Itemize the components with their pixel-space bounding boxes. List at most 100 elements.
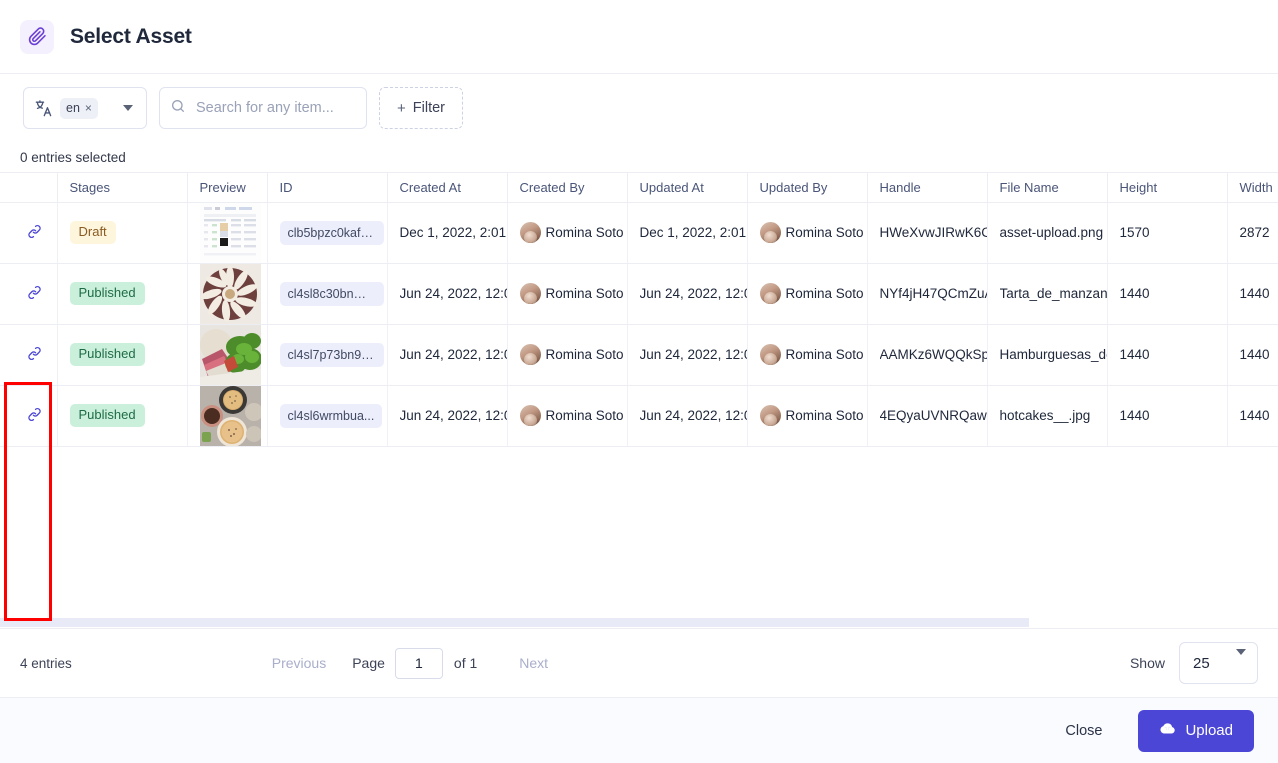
height-value: 1570	[1120, 225, 1150, 240]
height-cell: 1440	[1107, 385, 1227, 446]
horizontal-scrollbar-thumb[interactable]	[0, 618, 1029, 627]
close-icon[interactable]: ×	[85, 102, 92, 114]
handle-cell: 4EQyaUVNRQaws	[867, 385, 987, 446]
column-header-width[interactable]: Width	[1227, 173, 1278, 202]
column-header-select[interactable]	[0, 173, 57, 202]
locale-selector[interactable]: en ×	[23, 87, 147, 129]
column-header-created-at[interactable]: Created At	[387, 173, 507, 202]
height-cell: 1440	[1107, 324, 1227, 385]
table-row[interactable]: Published	[0, 385, 1278, 446]
preview-cell[interactable]	[187, 263, 267, 324]
created-at-cell: Jun 24, 2022, 12:0	[387, 385, 507, 446]
link-icon[interactable]	[26, 345, 43, 365]
link-icon[interactable]	[26, 284, 43, 304]
updated-by-cell: Romina Soto	[747, 202, 867, 263]
width-value: 1440	[1240, 408, 1270, 423]
created-by-value: Romina Soto	[546, 286, 624, 301]
upload-button[interactable]: Upload	[1138, 710, 1254, 752]
stage-cell: Published	[57, 385, 187, 446]
filter-button-label: Filter	[413, 100, 445, 116]
handle-value: 4EQyaUVNRQaws	[880, 408, 987, 423]
updated-at-cell: Jun 24, 2022, 12:0	[627, 385, 747, 446]
updated-by-value: Romina Soto	[786, 408, 864, 423]
updated-by-value: Romina Soto	[786, 286, 864, 301]
asset-id-chip[interactable]: cl4sl8c30bnmi...	[280, 282, 384, 306]
chevron-down-icon[interactable]	[1236, 655, 1246, 672]
page-label: Page	[342, 655, 395, 671]
preview-cell[interactable]	[187, 385, 267, 446]
link-icon[interactable]	[26, 406, 43, 426]
locale-chip[interactable]: en ×	[60, 98, 98, 119]
asset-table: Stages Preview ID Created At Created By …	[0, 173, 1278, 447]
asset-id-chip[interactable]: clb5bpzc0kafx...	[280, 221, 384, 245]
horizontal-scrollbar[interactable]	[0, 614, 1278, 628]
preview-cell[interactable]	[187, 324, 267, 385]
asset-id-chip[interactable]: cl4sl7p73bn9c...	[280, 343, 384, 367]
row-select-cell[interactable]	[0, 202, 57, 263]
preview-thumbnail[interactable]	[200, 386, 261, 446]
handle-cell: HWeXvwJIRwK6Cl	[867, 202, 987, 263]
previous-page-button[interactable]: Previous	[256, 655, 342, 671]
id-cell: cl4sl6wrmbua...	[267, 385, 387, 446]
preview-cell[interactable]	[187, 202, 267, 263]
column-header-preview[interactable]: Preview	[187, 173, 267, 202]
column-header-handle[interactable]: Handle	[867, 173, 987, 202]
chevron-down-icon[interactable]	[114, 105, 140, 111]
search-box[interactable]	[159, 87, 367, 129]
preview-thumbnail[interactable]	[200, 203, 261, 263]
column-header-file-name[interactable]: File Name	[987, 173, 1107, 202]
updated-at-value: Jun 24, 2022, 12:0	[640, 347, 747, 362]
preview-thumbnail[interactable]	[200, 325, 261, 385]
search-input[interactable]	[194, 99, 356, 117]
file-name-cell: hotcakes__.jpg	[987, 385, 1107, 446]
updated-by-cell: Romina Soto	[747, 324, 867, 385]
page-size-select[interactable]: 25	[1179, 642, 1258, 684]
file-name-cell: asset-upload.png	[987, 202, 1107, 263]
selection-status: 0 entries selected	[20, 150, 126, 165]
file-name-value: Hamburguesas_de	[1000, 347, 1107, 362]
updated-at-value: Jun 24, 2022, 12:0	[640, 408, 747, 423]
row-select-cell[interactable]	[0, 263, 57, 324]
width-value: 1440	[1240, 347, 1270, 362]
add-filter-button[interactable]: + Filter	[379, 87, 463, 129]
asset-table-region: Stages Preview ID Created At Created By …	[0, 172, 1278, 628]
created-by-cell: Romina Soto	[507, 263, 627, 324]
asset-id-chip[interactable]: cl4sl6wrmbua...	[280, 404, 383, 428]
status-badge: Published	[70, 404, 145, 427]
row-select-cell[interactable]	[0, 385, 57, 446]
link-icon[interactable]	[26, 223, 43, 243]
row-select-cell[interactable]	[0, 324, 57, 385]
id-cell: cl4sl7p73bn9c...	[267, 324, 387, 385]
next-page-button[interactable]: Next	[503, 655, 564, 671]
selection-status-bar: 0 entries selected	[0, 142, 1278, 172]
stage-cell: Published	[57, 263, 187, 324]
updated-at-cell: Dec 1, 2022, 2:01 P	[627, 202, 747, 263]
height-value: 1440	[1120, 347, 1150, 362]
column-header-created-by[interactable]: Created By	[507, 173, 627, 202]
show-label: Show	[1130, 655, 1165, 671]
plus-icon: +	[397, 101, 406, 116]
column-header-updated-at[interactable]: Updated At	[627, 173, 747, 202]
handle-cell: AAMKz6WQQkSp	[867, 324, 987, 385]
page-number-input[interactable]	[395, 648, 443, 679]
column-header-updated-by[interactable]: Updated By	[747, 173, 867, 202]
preview-thumbnail[interactable]	[200, 264, 261, 324]
height-value: 1440	[1120, 408, 1150, 423]
updated-by-cell: Romina Soto	[747, 263, 867, 324]
table-row[interactable]: Draft	[0, 202, 1278, 263]
page-title: Select Asset	[70, 25, 192, 49]
toolbar: en × + Filter	[0, 74, 1278, 142]
table-row[interactable]: Published	[0, 263, 1278, 324]
avatar	[760, 344, 781, 365]
created-at-value: Jun 24, 2022, 12:0	[400, 347, 507, 362]
created-at-cell: Jun 24, 2022, 12:0	[387, 263, 507, 324]
created-at-value: Jun 24, 2022, 12:0	[400, 286, 507, 301]
close-button[interactable]: Close	[1051, 713, 1116, 749]
column-header-stages[interactable]: Stages	[57, 173, 187, 202]
column-header-height[interactable]: Height	[1107, 173, 1227, 202]
column-header-id[interactable]: ID	[267, 173, 387, 202]
table-row[interactable]: Published	[0, 324, 1278, 385]
created-by-value: Romina Soto	[546, 347, 624, 362]
created-by-cell: Romina Soto	[507, 324, 627, 385]
avatar	[760, 222, 781, 243]
